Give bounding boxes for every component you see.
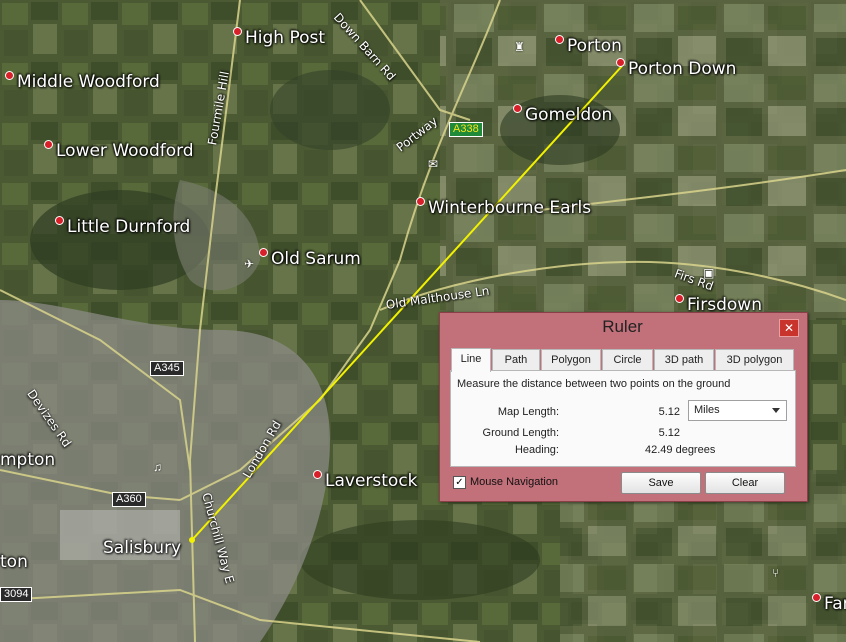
- ground-length-value: 5.12: [658, 427, 680, 439]
- post-office-icon: ✉: [428, 157, 439, 171]
- place-marker-icon: [259, 247, 268, 257]
- ruler-dialog: Ruler ✕ Line Path Polygon Circle 3D path…: [439, 312, 808, 502]
- road-shield-a338: A338: [449, 122, 483, 137]
- map-length-label: Map Length:: [497, 406, 559, 418]
- road-shield-3094: 3094: [0, 587, 33, 602]
- tab-path[interactable]: Path: [492, 349, 540, 372]
- place-mpton: mpton: [0, 450, 56, 470]
- tab-circle[interactable]: Circle: [602, 349, 653, 372]
- place-middle-woodford: Middle Woodford: [5, 70, 160, 92]
- place-far: Far: [812, 592, 846, 614]
- place-salisbury: Salisbury: [103, 538, 182, 558]
- place-high-post: High Post: [233, 26, 325, 48]
- place-marker-icon: [812, 592, 821, 602]
- tab-polygon[interactable]: Polygon: [541, 349, 601, 372]
- restaurant-icon: ⑂: [772, 566, 780, 580]
- place-marker-icon: [416, 196, 425, 206]
- clear-button[interactable]: Clear: [705, 472, 785, 494]
- heading-value: 42.49 degrees: [645, 444, 716, 456]
- hotel-icon: ▣: [703, 266, 715, 280]
- place-marker-icon: [5, 70, 14, 80]
- place-marker-icon: [313, 469, 322, 479]
- dialog-title: Ruler: [602, 317, 643, 336]
- tab-3d-path[interactable]: 3D path: [654, 349, 714, 372]
- heading-label: Heading:: [514, 444, 559, 456]
- ground-length-label: Ground Length:: [482, 427, 559, 439]
- place-marker-icon: [616, 57, 625, 67]
- place-little-durnford: Little Durnford: [55, 215, 190, 237]
- tab-panel-line: Measure the distance between two points …: [450, 370, 796, 467]
- place-laverstock: Laverstock: [313, 469, 418, 491]
- unit-dropdown[interactable]: Miles: [688, 400, 787, 421]
- road-shield-a360: A360: [112, 492, 146, 507]
- close-button[interactable]: ✕: [779, 319, 799, 337]
- place-marker-icon: [675, 293, 684, 303]
- unit-dropdown-value: Miles: [694, 404, 720, 416]
- chevron-down-icon: [772, 408, 780, 413]
- place-marker-icon: [55, 215, 64, 225]
- map-length-value: 5.12: [658, 406, 680, 418]
- place-marker-icon: [555, 34, 564, 44]
- place-gomeldon: Gomeldon: [513, 103, 612, 125]
- tab-line[interactable]: Line: [451, 348, 491, 372]
- mouse-navigation-label: Mouse Navigation: [470, 476, 559, 488]
- tab-3d-polygon[interactable]: 3D polygon: [715, 349, 794, 372]
- place-ton: ton: [0, 552, 28, 572]
- museum-icon: ♜: [514, 40, 525, 54]
- place-porton-down: Porton Down: [616, 57, 736, 79]
- place-old-sarum: Old Sarum: [259, 247, 361, 269]
- place-marker-icon: [513, 103, 522, 113]
- place-winterbourne-earls: Winterbourne Earls: [416, 196, 591, 218]
- place-marker-icon: [233, 26, 242, 36]
- mouse-navigation-checkbox[interactable]: ✓: [453, 476, 466, 489]
- music-icon: ♫: [153, 460, 162, 474]
- place-lower-woodford: Lower Woodford: [44, 139, 194, 161]
- place-porton: Porton: [555, 34, 622, 56]
- description-text: Measure the distance between two points …: [457, 378, 731, 390]
- place-marker-icon: [44, 139, 53, 149]
- road-shield-a345: A345: [150, 361, 184, 376]
- save-button[interactable]: Save: [621, 472, 701, 494]
- airport-icon: ✈: [244, 257, 255, 271]
